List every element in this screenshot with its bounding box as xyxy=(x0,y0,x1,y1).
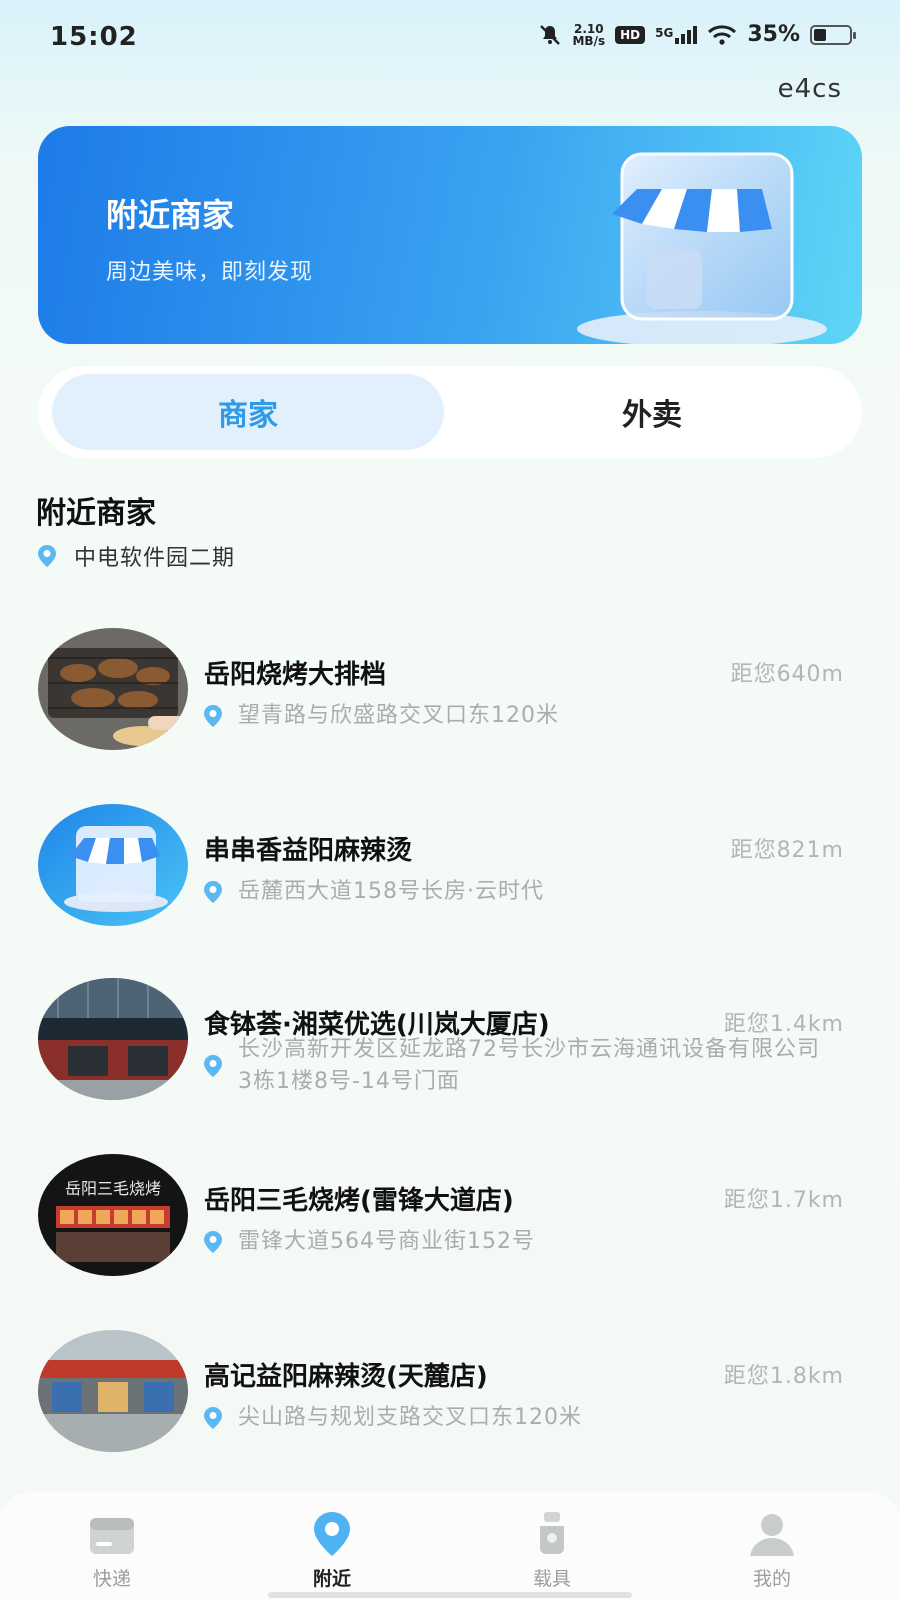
shop-thumbnail xyxy=(38,1330,188,1452)
svg-text:岳阳三毛烧烤: 岳阳三毛烧烤 xyxy=(65,1179,161,1198)
net-speed: 2.10 MB/s xyxy=(572,21,606,48)
location-pin-icon xyxy=(38,545,56,567)
shop-address: 雷锋大道564号商业街152号 xyxy=(238,1229,535,1254)
nav-vehicle[interactable]: 载具 xyxy=(492,1508,612,1591)
shop-address-row: 望青路与欣盛路交叉口东120米 xyxy=(200,700,828,732)
shop-address-row: 雷锋大道564号商业街152号 xyxy=(200,1226,828,1258)
mute-bell-icon xyxy=(540,24,561,45)
shop-thumbnail: 岳阳三毛烧烤 xyxy=(38,1154,188,1276)
profile-icon xyxy=(750,1514,794,1556)
shop-address-row: 尖山路与规划支路交叉口东120米 xyxy=(200,1402,828,1434)
shop-address: 尖山路与规划支路交叉口东120米 xyxy=(238,1405,582,1430)
segment-tabs: 商家 外卖 xyxy=(38,366,862,458)
shop-distance: 距您821m xyxy=(730,838,844,863)
shop-item[interactable]: 岳阳烧烤大排档 距您640m 望青路与欣盛路交叉口东120米 xyxy=(0,628,900,768)
shop-thumbnail xyxy=(38,804,188,926)
status-icons: 2.10 MB/s HD 5G 35% xyxy=(538,21,856,48)
battery-icon xyxy=(810,24,856,45)
location-pin-icon xyxy=(314,1512,350,1556)
shop-thumbnail xyxy=(38,978,188,1100)
shop-address-row: 岳麓西大道158号长房·云时代 xyxy=(200,876,828,908)
shop-address: 长沙高新开发区延龙路72号长沙市云海通讯设备有限公司3栋1楼8号-14号门面 xyxy=(238,1037,820,1094)
shop-address: 望青路与欣盛路交叉口东120米 xyxy=(238,703,559,728)
location-text: 中电软件园二期 xyxy=(74,546,236,571)
wifi-icon xyxy=(708,24,737,45)
shop-thumbnail xyxy=(38,628,188,750)
battery-percent: 35% xyxy=(747,22,800,47)
store-illustration-icon xyxy=(577,152,827,344)
user-code: e4cs xyxy=(777,74,842,104)
tab-merchants[interactable]: 商家 xyxy=(52,374,444,450)
shop-item[interactable]: 食钵荟·湘菜优选(川岚大厦店) 距您1.4km 长沙高新开发区延龙路72号长沙市… xyxy=(0,978,900,1138)
nav-label: 附近 xyxy=(312,1568,351,1590)
location-pin-icon xyxy=(204,881,222,903)
shop-distance: 距您640m xyxy=(730,662,844,687)
location-pin-icon xyxy=(204,1055,222,1077)
location-pin-icon xyxy=(204,705,222,727)
current-location[interactable]: 中电软件园二期 xyxy=(34,540,235,572)
shop-distance: 距您1.7km xyxy=(723,1188,844,1213)
shop-name: 岳阳烧烤大排档 xyxy=(204,660,387,690)
nav-label: 我的 xyxy=(752,1568,791,1590)
shop-distance: 距您1.8km xyxy=(723,1364,844,1389)
location-pin-icon xyxy=(204,1407,222,1429)
scooter-icon xyxy=(540,1512,564,1554)
nav-label: 快递 xyxy=(92,1568,131,1590)
status-time: 15:02 xyxy=(50,22,138,52)
shop-name: 串串香益阳麻辣烫 xyxy=(204,836,413,866)
hd-badge: HD xyxy=(615,25,646,44)
section-title: 附近商家 xyxy=(36,496,156,531)
location-pin-icon xyxy=(204,1231,222,1253)
nav-profile[interactable]: 我的 xyxy=(712,1508,832,1591)
bottom-nav: 快递 附近 载具 我的 xyxy=(0,1492,900,1600)
shop-name: 高记益阳麻辣烫(天麓店) xyxy=(204,1362,488,1392)
nav-express[interactable]: 快递 xyxy=(52,1508,172,1591)
banner-subtitle: 周边美味，即刻发现 xyxy=(106,260,314,285)
status-bar: 15:02 2.10 MB/s HD 5G 35% xyxy=(0,0,900,76)
shop-name: 岳阳三毛烧烤(雷锋大道店) xyxy=(204,1186,514,1216)
package-icon xyxy=(90,1518,134,1554)
nearby-banner[interactable]: 附近商家 周边美味，即刻发现 xyxy=(38,126,862,344)
shop-item[interactable]: 岳阳三毛烧烤 岳阳三毛烧烤(雷锋大道店) 距您1.7km 雷锋大道564号商业街… xyxy=(0,1154,900,1294)
banner-title: 附近商家 xyxy=(106,196,235,234)
shop-item[interactable]: 串串香益阳麻辣烫 距您821m 岳麓西大道158号长房·云时代 xyxy=(0,804,900,944)
nav-label: 载具 xyxy=(532,1568,571,1590)
home-indicator[interactable] xyxy=(268,1592,632,1598)
shop-item[interactable]: 高记益阳麻辣烫(天麓店) 距您1.8km 尖山路与规划支路交叉口东120米 xyxy=(0,1330,900,1470)
nav-nearby[interactable]: 附近 xyxy=(272,1508,392,1591)
tab-takeout[interactable]: 外卖 xyxy=(456,374,848,450)
shop-address: 岳麓西大道158号长房·云时代 xyxy=(238,879,544,904)
signal-icon: 5G xyxy=(655,25,698,44)
shop-address-row: 长沙高新开发区延龙路72号长沙市云海通讯设备有限公司3栋1楼8号-14号门面 xyxy=(200,1034,828,1098)
